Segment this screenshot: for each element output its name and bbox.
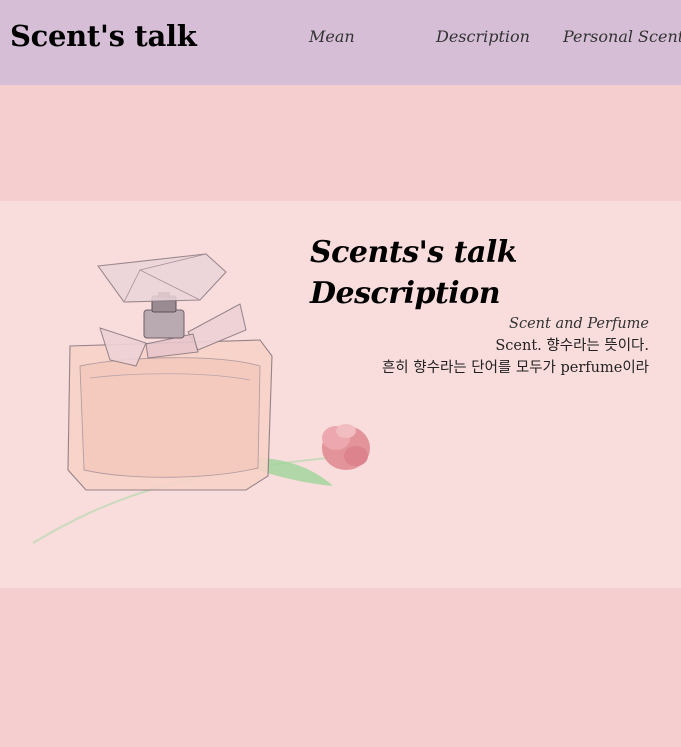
hero-text-line-1: Scent. 향수라는 뜻이다. — [495, 338, 649, 354]
hero-title: Scents's talk Description — [310, 232, 670, 314]
nav-link-personal-scent[interactable]: Personal Scent — [563, 27, 681, 46]
hero-title-line-2: Description — [310, 276, 501, 311]
top-spacer-band — [0, 85, 681, 201]
hero-subtitle: Scent and Perfume — [509, 316, 649, 332]
nav-link-mean[interactable]: Mean — [309, 27, 355, 46]
hero-description: Scent and Perfume Scent. 향수라는 뜻이다. 흔히 향수… — [382, 313, 649, 379]
hero-text-line-2: 흔히 향수라는 단어를 모두가 perfume이라 — [381, 360, 649, 376]
bottom-spacer-band — [0, 588, 681, 747]
hero-title-line-1: Scents's talk — [310, 235, 518, 270]
nav-link-description[interactable]: Description — [436, 27, 530, 46]
site-header: Scent's talk Mean Description Personal S… — [0, 0, 681, 85]
site-logo-text[interactable]: Scent's talk — [10, 19, 197, 53]
